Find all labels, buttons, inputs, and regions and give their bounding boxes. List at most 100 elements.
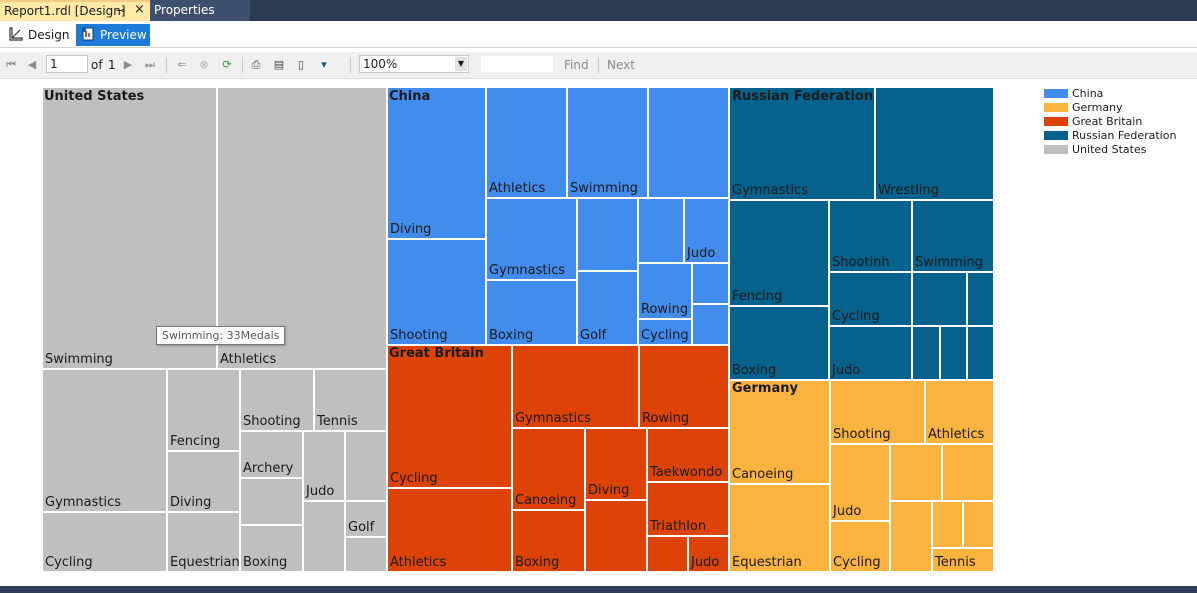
treemap-cell[interactable]: Tennis — [314, 369, 387, 431]
treemap-cell[interactable] — [303, 501, 345, 572]
first-page-icon[interactable]: ⏮ — [3, 57, 19, 73]
tab-properties[interactable]: Properties — [150, 0, 250, 21]
treemap-cell[interactable]: Diving — [585, 428, 647, 500]
cell-label: Athletics — [220, 352, 277, 367]
treemap-cell[interactable] — [648, 87, 729, 198]
refresh-icon[interactable]: ⟳ — [219, 57, 235, 73]
toolbar-separator — [242, 57, 243, 73]
close-icon[interactable]: × — [134, 1, 145, 19]
treemap-cell[interactable]: Fencing — [167, 369, 240, 451]
pin-icon[interactable]: ⊸ — [116, 2, 125, 20]
treemap-cell[interactable]: Gymnastics — [512, 345, 639, 428]
cell-label: Judo — [691, 555, 720, 570]
treemap-cell[interactable]: Wrestling — [875, 87, 994, 200]
treemap-cell[interactable]: Judo — [688, 536, 729, 572]
treemap-cell[interactable]: Judo — [303, 431, 345, 501]
treemap-cell[interactable]: Gymnastics — [486, 198, 577, 280]
treemap-cell[interactable] — [890, 444, 942, 501]
treemap-cell[interactable] — [912, 272, 967, 326]
treemap-cell[interactable] — [647, 536, 688, 572]
cell-label: Shooting — [833, 427, 891, 442]
treemap-cell[interactable]: Shooting — [830, 380, 925, 444]
treemap-cell[interactable]: Athletics — [486, 87, 567, 198]
last-page-icon[interactable]: ⏭ — [142, 57, 158, 73]
treemap-cell[interactable]: Swimming — [567, 87, 648, 198]
export-icon[interactable]: ▾ — [316, 57, 332, 73]
treemap-cell[interactable]: Equestrian — [729, 484, 830, 572]
treemap-cell[interactable]: Cycling — [42, 512, 167, 572]
treemap-cell[interactable] — [345, 431, 387, 501]
next-page-icon[interactable]: ▶ — [120, 57, 136, 73]
tab-report1-design[interactable]: Report1.rdl [Design] ⊸ × — [0, 0, 150, 21]
print-layout-icon[interactable]: ▤ — [271, 57, 287, 73]
cell-label: Cycling — [45, 555, 93, 570]
treemap-cell[interactable] — [577, 198, 638, 271]
next-link[interactable]: Next — [607, 57, 635, 73]
treemap-cell[interactable]: Boxing — [486, 280, 577, 345]
treemap-cell[interactable] — [692, 304, 729, 345]
treemap-cell[interactable]: Shooting — [387, 239, 486, 345]
treemap-cell[interactable]: Diving — [167, 451, 240, 512]
legend-label: Russian Federation — [1072, 129, 1177, 142]
group-title-united-states: United States — [44, 89, 145, 104]
treemap-cell[interactable]: Cycling — [830, 521, 890, 572]
treemap-cell[interactable]: Boxing — [729, 306, 829, 380]
treemap-cell[interactable] — [240, 478, 303, 525]
back-to-parent-icon[interactable]: ⇐ — [174, 57, 190, 73]
treemap-cell[interactable]: Shootinh — [829, 200, 912, 272]
treemap-cell[interactable]: Rowing — [639, 345, 729, 428]
treemap-cell[interactable] — [912, 326, 940, 380]
treemap-cell[interactable]: Cycling — [387, 345, 512, 488]
treemap-cell[interactable]: Triathlon — [647, 482, 729, 536]
treemap-cell[interactable] — [932, 501, 963, 548]
previous-page-icon[interactable]: ◀ — [24, 57, 40, 73]
treemap-cell[interactable]: Shooting — [240, 369, 314, 431]
treemap-cell[interactable] — [967, 326, 994, 380]
treemap-cell[interactable]: Rowing — [638, 263, 692, 319]
treemap-cell[interactable] — [692, 263, 729, 304]
chevron-down-icon[interactable]: ▼ — [455, 57, 467, 71]
treemap-cell[interactable]: Judo — [684, 198, 729, 263]
treemap-cell[interactable]: Boxing — [240, 525, 303, 572]
page-setup-icon[interactable]: ▯ — [293, 57, 309, 73]
treemap-cell[interactable]: Swimming — [912, 200, 994, 272]
view-mode-tabs: Design Preview — [0, 21, 1197, 48]
treemap-cell[interactable] — [963, 501, 994, 548]
treemap-cell[interactable] — [345, 537, 387, 572]
treemap-cell[interactable]: Diving — [387, 87, 486, 239]
treemap-cell[interactable] — [942, 444, 994, 501]
treemap-cell[interactable]: Golf — [577, 271, 638, 345]
cell-label: Gymnastics — [45, 495, 122, 510]
treemap-cell[interactable]: Equestrian — [167, 512, 240, 572]
treemap-cell[interactable]: Golf — [345, 501, 387, 537]
treemap-cell[interactable]: Cycling — [829, 272, 912, 326]
treemap-cell[interactable] — [940, 326, 967, 380]
find-link[interactable]: Find — [564, 57, 589, 73]
treemap-cell[interactable]: Judo — [829, 326, 912, 380]
treemap-cell[interactable]: Gymnastics — [42, 369, 167, 512]
treemap-cell[interactable] — [890, 501, 932, 572]
stop-icon[interactable]: ⊗ — [196, 57, 212, 73]
preview-tab[interactable]: Preview — [76, 24, 150, 46]
print-icon[interactable]: ⎙ — [248, 57, 264, 73]
treemap-cell[interactable]: Canoeing — [512, 428, 585, 510]
treemap-cell[interactable]: Taekwondo — [647, 428, 729, 482]
zoom-select[interactable]: 100% ▼ — [359, 55, 469, 73]
cell-label: Tennis — [317, 414, 358, 429]
treemap-cell[interactable] — [585, 500, 647, 572]
design-tab[interactable]: Design — [4, 24, 72, 46]
treemap-cell[interactable]: Judo — [830, 444, 890, 521]
treemap-cell[interactable]: Athletics — [387, 488, 512, 572]
find-text-input[interactable] — [480, 55, 554, 73]
cell-label: Boxing — [243, 555, 288, 570]
treemap-cell[interactable]: Archery — [240, 431, 303, 478]
treemap-cell[interactable]: Boxing — [512, 510, 585, 572]
treemap-cell[interactable]: Tennis — [932, 548, 994, 572]
treemap-cell[interactable] — [967, 272, 994, 326]
treemap-cell[interactable] — [638, 198, 684, 263]
page-number-input[interactable]: 1 — [46, 55, 88, 73]
treemap-cell[interactable]: Cycling — [638, 319, 692, 345]
document-tab-bar: Report1.rdl [Design] ⊸ × Properties — [0, 0, 1197, 21]
treemap-cell[interactable]: Fencing — [729, 200, 829, 306]
treemap-cell[interactable]: Athletics — [925, 380, 994, 444]
